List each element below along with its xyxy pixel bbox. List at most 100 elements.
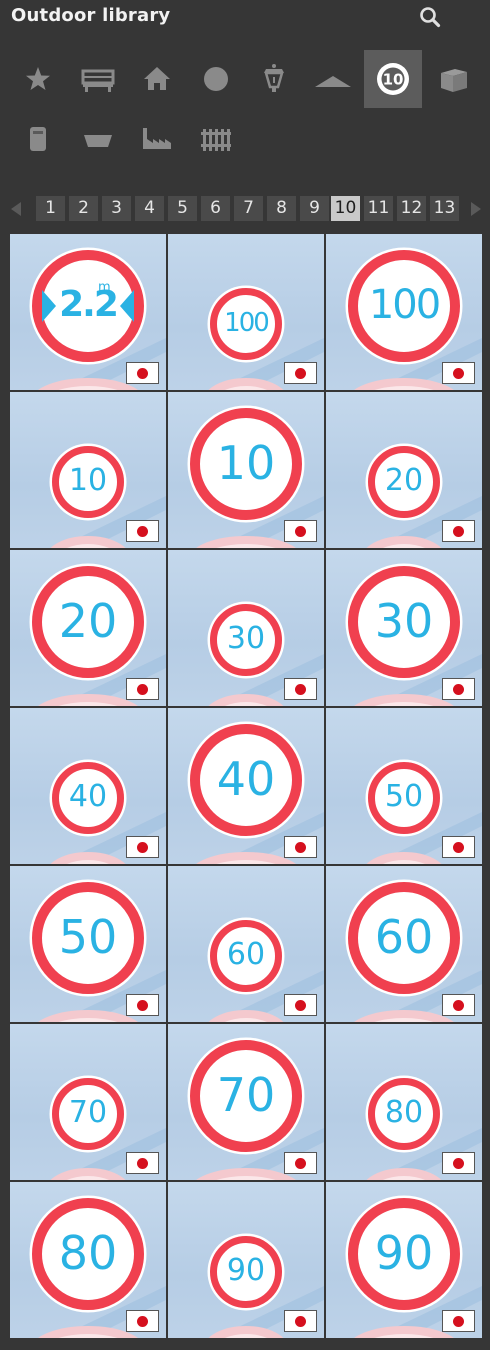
japan-flag-icon bbox=[126, 362, 159, 384]
sign-item[interactable]: 90 bbox=[168, 1182, 324, 1338]
japan-flag-icon bbox=[284, 520, 317, 542]
sign-item[interactable]: 100 bbox=[326, 234, 482, 390]
sign-label: 90 bbox=[226, 1253, 266, 1288]
page-1[interactable]: 1 bbox=[36, 196, 65, 221]
sign-label: 20 bbox=[384, 463, 424, 498]
category-sign-label: 10 bbox=[383, 71, 404, 89]
pagination: 1 2 3 4 5 6 7 8 9 10 11 12 13 bbox=[0, 194, 490, 224]
category-star-icon[interactable] bbox=[9, 50, 67, 108]
sign-item[interactable]: 100 bbox=[168, 234, 324, 390]
flag-circle bbox=[137, 1315, 148, 1327]
sign-item[interactable]: 70 bbox=[168, 1024, 324, 1180]
library-header: Outdoor library bbox=[0, 0, 490, 34]
sign-label: 60 bbox=[226, 937, 266, 972]
category-bench-icon[interactable] bbox=[69, 50, 127, 108]
sign-item[interactable]: 2.2 m bbox=[10, 234, 166, 390]
sign-label: 90 bbox=[374, 1226, 434, 1280]
flag-circle bbox=[295, 525, 306, 537]
page-3[interactable]: 3 bbox=[102, 196, 131, 221]
page-7[interactable]: 7 bbox=[234, 196, 263, 221]
sign-label: 30 bbox=[226, 621, 266, 656]
left-arrow-icon[interactable] bbox=[5, 194, 27, 224]
sign-item[interactable]: 40 bbox=[168, 708, 324, 864]
flag-circle bbox=[137, 999, 148, 1011]
page-12[interactable]: 12 bbox=[397, 196, 426, 221]
japan-flag-icon bbox=[126, 1152, 159, 1174]
flag-circle bbox=[137, 525, 148, 537]
page-2[interactable]: 2 bbox=[69, 196, 98, 221]
flag-circle bbox=[453, 841, 464, 853]
page-10[interactable]: 10 bbox=[331, 196, 360, 221]
sign-item[interactable]: 60 bbox=[168, 866, 324, 1022]
japan-flag-icon bbox=[442, 1152, 475, 1174]
flag-circle bbox=[295, 841, 306, 853]
category-speed-sign-icon[interactable]: 10 bbox=[364, 50, 422, 108]
sign-label: 80 bbox=[384, 1095, 424, 1130]
page-6[interactable]: 6 bbox=[201, 196, 230, 221]
category-ball-icon[interactable] bbox=[187, 50, 245, 108]
sign-item[interactable]: 20 bbox=[326, 392, 482, 548]
japan-flag-icon bbox=[442, 836, 475, 858]
sign-unit: m bbox=[98, 280, 111, 295]
flag-circle bbox=[137, 841, 148, 853]
flag-circle bbox=[453, 1315, 464, 1327]
sign-label: 50 bbox=[58, 910, 118, 964]
flag-circle bbox=[137, 1157, 148, 1169]
sign-label: 20 bbox=[58, 594, 118, 648]
category-roof-icon[interactable] bbox=[304, 50, 362, 108]
category-fence-icon[interactable] bbox=[187, 110, 245, 168]
sign-label: 10 bbox=[68, 463, 108, 498]
category-factory-icon[interactable] bbox=[128, 110, 186, 168]
panel-title: Outdoor library bbox=[11, 5, 171, 26]
sign-item[interactable]: 10 bbox=[168, 392, 324, 548]
sign-label: 100 bbox=[224, 308, 270, 338]
page-9[interactable]: 9 bbox=[300, 196, 329, 221]
sign-item[interactable]: 30 bbox=[168, 550, 324, 706]
flag-circle bbox=[453, 1157, 464, 1169]
category-house-icon[interactable] bbox=[128, 50, 186, 108]
category-planter-icon[interactable] bbox=[69, 110, 127, 168]
japan-flag-icon bbox=[442, 994, 475, 1016]
sign-item[interactable]: 50 bbox=[326, 708, 482, 864]
sign-item[interactable]: 90 bbox=[326, 1182, 482, 1338]
sign-label: 30 bbox=[374, 594, 434, 648]
sign-item[interactable]: 80 bbox=[326, 1024, 482, 1180]
japan-flag-icon bbox=[442, 678, 475, 700]
category-bin-icon[interactable] bbox=[9, 110, 67, 168]
japan-flag-icon bbox=[284, 1152, 317, 1174]
sign-label: 10 bbox=[216, 436, 276, 490]
page-11[interactable]: 11 bbox=[364, 196, 393, 221]
sign-item[interactable]: 20 bbox=[10, 550, 166, 706]
sign-item[interactable]: 70 bbox=[10, 1024, 166, 1180]
sign-item[interactable]: 80 bbox=[10, 1182, 166, 1338]
japan-flag-icon bbox=[284, 1310, 317, 1332]
page-13[interactable]: 13 bbox=[430, 196, 459, 221]
sign-item[interactable]: 50 bbox=[10, 866, 166, 1022]
japan-flag-icon bbox=[442, 362, 475, 384]
sign-label: 40 bbox=[68, 779, 108, 814]
flag-circle bbox=[453, 683, 464, 695]
sign-label: 60 bbox=[374, 910, 434, 964]
sign-item[interactable]: 10 bbox=[10, 392, 166, 548]
japan-flag-icon bbox=[442, 520, 475, 542]
japan-flag-icon bbox=[126, 1310, 159, 1332]
right-arrow-icon[interactable] bbox=[465, 194, 487, 224]
sign-item[interactable]: 60 bbox=[326, 866, 482, 1022]
flag-circle bbox=[295, 1315, 306, 1327]
category-box-icon[interactable] bbox=[424, 50, 482, 108]
flag-circle bbox=[453, 367, 464, 379]
sign-label: 80 bbox=[58, 1226, 118, 1280]
sign-item[interactable]: 40 bbox=[10, 708, 166, 864]
flag-circle bbox=[295, 999, 306, 1011]
flag-circle bbox=[295, 1157, 306, 1169]
flag-circle bbox=[137, 683, 148, 695]
page-5[interactable]: 5 bbox=[168, 196, 197, 221]
japan-flag-icon bbox=[284, 678, 317, 700]
japan-flag-icon bbox=[126, 520, 159, 542]
japan-flag-icon bbox=[442, 1310, 475, 1332]
page-8[interactable]: 8 bbox=[267, 196, 296, 221]
category-lantern-icon[interactable] bbox=[245, 50, 303, 108]
sign-item[interactable]: 30 bbox=[326, 550, 482, 706]
search-icon[interactable] bbox=[418, 5, 442, 29]
page-4[interactable]: 4 bbox=[135, 196, 164, 221]
